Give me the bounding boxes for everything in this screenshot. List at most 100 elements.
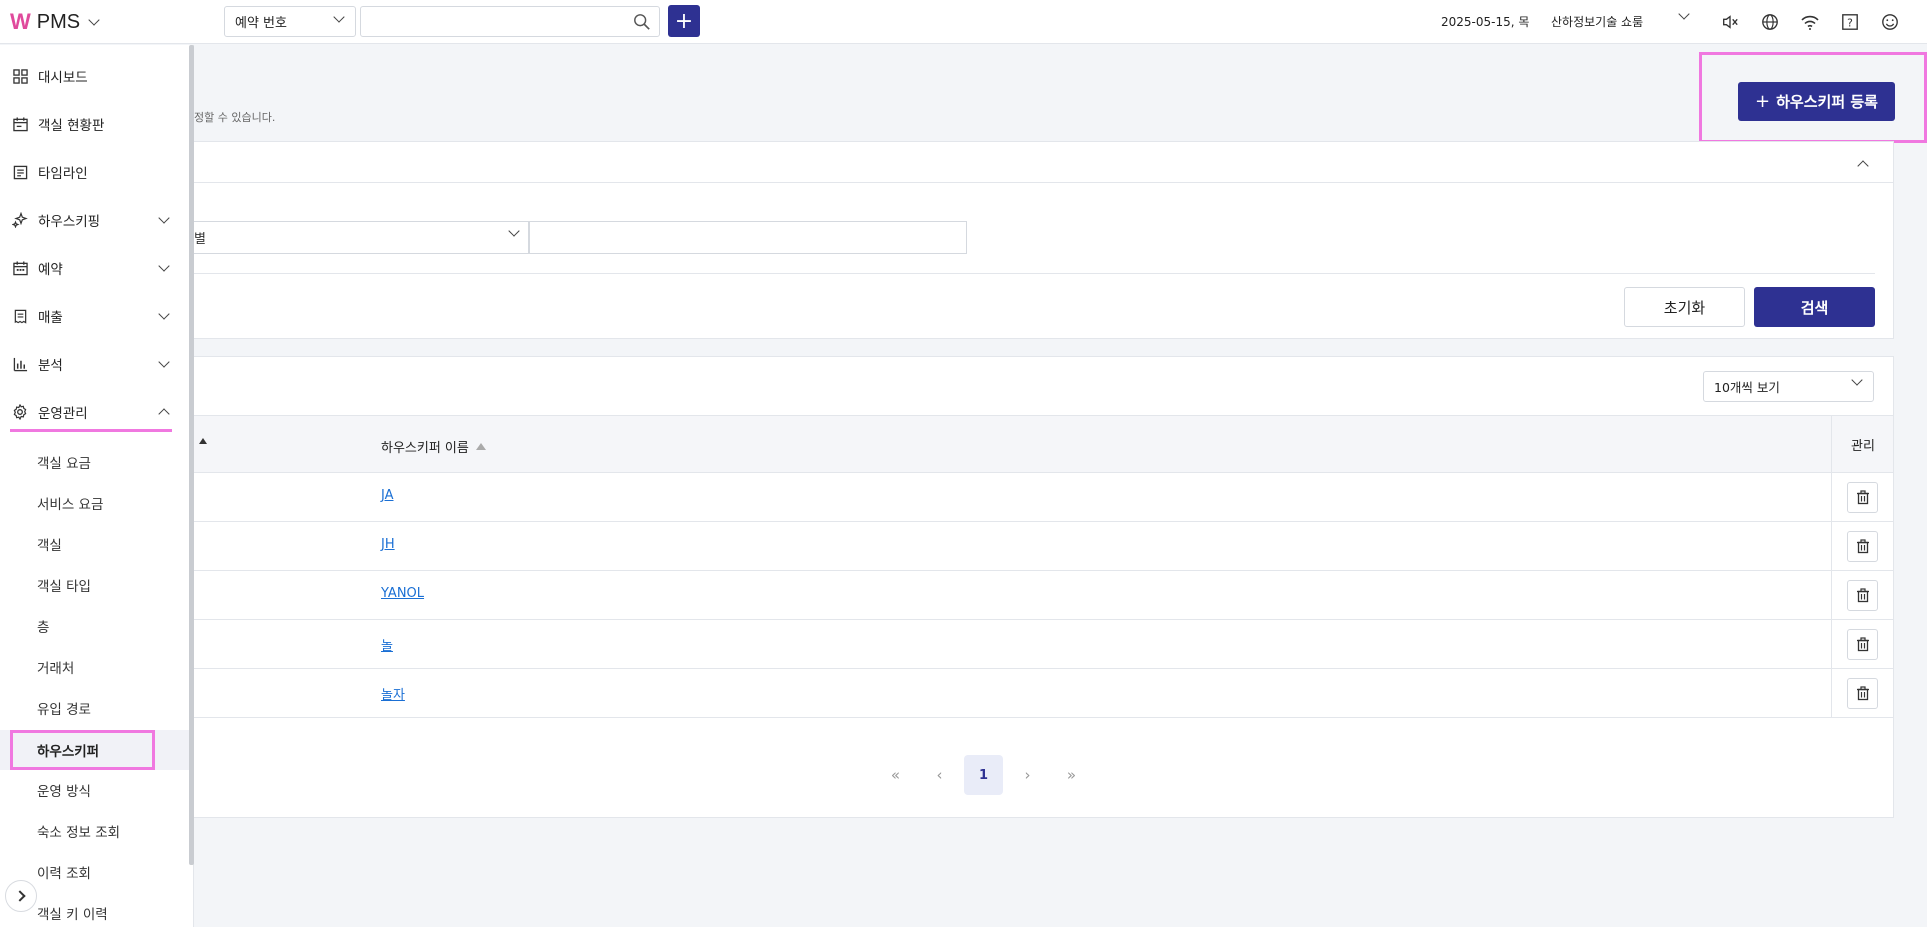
- sidebar-item-analysis[interactable]: 분석: [0, 346, 180, 382]
- sidebar-subitem-label: 숙소 정보 조회: [37, 825, 121, 841]
- search-icon[interactable]: [633, 13, 651, 31]
- housekeeper-name-link[interactable]: JH: [381, 537, 395, 552]
- delete-button[interactable]: [1847, 678, 1878, 709]
- app-logo[interactable]: W PMS: [10, 9, 100, 35]
- double-chevron-right-icon: »: [1066, 766, 1077, 784]
- filter-panel-header[interactable]: [194, 142, 1893, 183]
- table-header: 하우스키퍼 이름 관리: [194, 415, 1893, 473]
- sidebar-item-label: 예약: [38, 262, 63, 278]
- filter-type-select[interactable]: 별: [194, 221, 529, 254]
- sidebar-subitem-label: 객실 키 이력: [37, 907, 108, 923]
- sidebar-item-label: 분석: [38, 358, 63, 374]
- sidebar-item-label: 매출: [38, 310, 63, 326]
- chevron-down-icon: [1851, 374, 1863, 386]
- manage-cell: [1831, 620, 1894, 668]
- sidebar-subitem-label: 유입 경로: [37, 702, 91, 718]
- chevron-down-icon[interactable]: [1678, 8, 1690, 20]
- delete-button[interactable]: [1847, 629, 1878, 660]
- housekeeper-table-panel: 10개씩 보기 하우스키퍼 이름 관리 JA JH YANOL 놀 놀자 « ‹…: [194, 356, 1894, 818]
- trash-icon: [1856, 637, 1869, 652]
- page-size-select[interactable]: 10개씩 보기: [1703, 371, 1874, 402]
- manage-cell: [1831, 669, 1894, 717]
- next-page-button[interactable]: ›: [1008, 755, 1047, 795]
- sidebar-item-timeline[interactable]: 타임라인: [0, 154, 180, 190]
- sidebar: 대시보드 객실 현황판 타임라인 하우스키핑 예약 매출 분석 운영관리 객실 …: [0, 45, 194, 927]
- column-header-manage: 관리: [1831, 416, 1894, 472]
- sidebar-subitem-floor[interactable]: 층: [0, 611, 190, 641]
- sidebar-subitem-room-type[interactable]: 객실 타입: [0, 570, 190, 600]
- sparkle-icon: [12, 212, 28, 228]
- sidebar-subitem-service-rate[interactable]: 서비스 요금: [0, 488, 190, 518]
- search-input[interactable]: [360, 6, 660, 37]
- grid-icon: [12, 68, 28, 84]
- add-housekeeper-label: 하우스키퍼 등록: [1776, 93, 1878, 111]
- sidebar-subitem-property-info[interactable]: 숙소 정보 조회: [0, 816, 190, 846]
- chevron-down-icon: [158, 355, 170, 368]
- delete-button[interactable]: [1847, 482, 1878, 513]
- sidebar-item-sales[interactable]: 매출: [0, 298, 180, 334]
- chevron-down-icon: [158, 307, 170, 320]
- search-type-select[interactable]: 예약 번호: [224, 6, 356, 37]
- gear-icon: [12, 404, 28, 420]
- wifi-icon[interactable]: [1799, 11, 1821, 33]
- sidebar-subitem-room[interactable]: 객실: [0, 529, 190, 559]
- sidebar-subitem-operation-mode[interactable]: 운영 방식: [0, 775, 190, 805]
- chevron-down-icon: [333, 11, 345, 23]
- prev-page-button[interactable]: ‹: [920, 755, 959, 795]
- trash-icon: [1856, 588, 1869, 603]
- sidebar-item-housekeeping[interactable]: 하우스키핑: [0, 202, 180, 238]
- sidebar-item-label: 운영관리: [38, 406, 88, 422]
- last-page-button[interactable]: »: [1052, 755, 1091, 795]
- chevron-left-icon: ‹: [936, 766, 943, 784]
- store-name[interactable]: 산하정보기술 쇼룸: [1551, 13, 1643, 30]
- sidebar-subitem-client[interactable]: 거래처: [0, 652, 190, 682]
- sort-asc-icon[interactable]: [199, 438, 207, 444]
- chevron-right-icon: [13, 890, 26, 902]
- sidebar-item-reservation[interactable]: 예약: [0, 250, 180, 286]
- sidebar-subitem-label: 거래처: [37, 661, 75, 677]
- smile-icon[interactable]: [1879, 11, 1901, 33]
- sidebar-subitem-label: 운영 방식: [37, 784, 91, 800]
- sidebar-item-dashboard[interactable]: 대시보드: [0, 58, 180, 94]
- divider: [194, 273, 1875, 274]
- sidebar-item-room-status[interactable]: 객실 현황판: [0, 106, 180, 142]
- chevron-up-icon[interactable]: [1857, 160, 1869, 172]
- sidebar-item-operations[interactable]: 운영관리: [0, 394, 180, 432]
- column-header-label: 하우스키퍼 이름: [381, 441, 469, 456]
- delete-button[interactable]: [1847, 531, 1878, 562]
- sidebar-toggle-button[interactable]: [5, 880, 37, 912]
- housekeeper-name-link[interactable]: 놀자: [381, 684, 405, 703]
- sidebar-subitem-room-rate[interactable]: 객실 요금: [0, 447, 190, 477]
- column-header-name[interactable]: 하우스키퍼 이름: [381, 437, 486, 456]
- sidebar-item-label: 대시보드: [38, 70, 88, 86]
- sidebar-subitem-channel[interactable]: 유입 경로: [0, 693, 190, 723]
- housekeeper-name-link[interactable]: YANOL: [381, 586, 424, 601]
- chevron-down-icon: [508, 225, 520, 237]
- sidebar-subitem-label: 객실: [37, 538, 62, 554]
- sidebar-subitem-label: 서비스 요금: [37, 497, 104, 513]
- help-icon[interactable]: ?: [1839, 11, 1861, 33]
- housekeeper-name-link[interactable]: JA: [381, 488, 394, 503]
- filter-keyword-input[interactable]: [529, 221, 967, 254]
- add-housekeeper-button[interactable]: + 하우스키퍼 등록: [1738, 82, 1895, 121]
- page-button-current[interactable]: 1: [964, 755, 1003, 795]
- logo-mark-icon: W: [10, 9, 31, 34]
- sidebar-subitem-label: 객실 요금: [37, 456, 91, 472]
- chevron-down-icon[interactable]: [88, 13, 100, 26]
- sidebar-item-label: 타임라인: [38, 166, 88, 182]
- reset-button[interactable]: 초기화: [1624, 287, 1745, 327]
- table-row: 놀자: [194, 669, 1893, 718]
- first-page-button[interactable]: «: [876, 755, 915, 795]
- table-row: JA: [194, 473, 1893, 522]
- sidebar-subitem-housekeeper[interactable]: 하우스키퍼: [0, 730, 190, 770]
- mute-icon[interactable]: [1719, 11, 1741, 33]
- svg-text:?: ?: [1847, 17, 1853, 30]
- app-name: PMS: [36, 10, 81, 33]
- delete-button[interactable]: [1847, 580, 1878, 611]
- search-button[interactable]: 검색: [1754, 287, 1875, 327]
- search-type-value: 예약 번호: [235, 16, 287, 31]
- housekeeper-name-link[interactable]: 놀: [381, 635, 393, 654]
- quick-add-button[interactable]: +: [668, 5, 700, 37]
- trash-icon: [1856, 490, 1869, 505]
- globe-icon[interactable]: [1759, 11, 1781, 33]
